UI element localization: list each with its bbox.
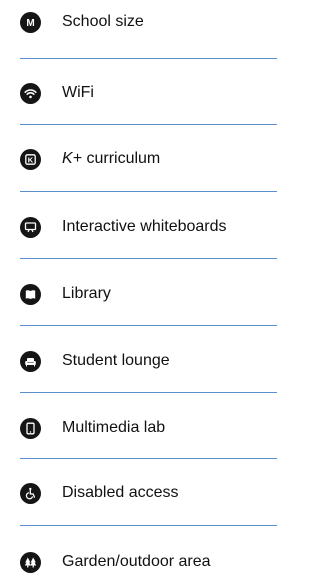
feature-label: K+ curriculum xyxy=(62,149,160,169)
feature-wifi: WiFi xyxy=(20,81,277,105)
garden-tree-icon xyxy=(20,551,41,573)
k-curriculum-icon: K xyxy=(20,148,41,170)
feature-label: Multimedia lab xyxy=(62,419,166,436)
feature-label-italic-prefix: K+ xyxy=(62,150,83,167)
divider xyxy=(20,124,277,125)
feature-disabled-access: Disabled access xyxy=(20,481,277,505)
divider xyxy=(20,325,277,326)
divider xyxy=(20,525,277,526)
feature-label: Student lounge xyxy=(62,352,170,369)
divider xyxy=(20,392,277,393)
wifi-icon xyxy=(20,82,41,104)
feature-label: WiFi xyxy=(62,84,94,101)
feature-interactive-whiteboards: Interactive whiteboards xyxy=(20,215,277,239)
divider xyxy=(20,58,277,59)
disabled-access-icon xyxy=(20,482,41,504)
divider xyxy=(20,458,277,459)
school-size-m-icon: M xyxy=(20,11,41,33)
feature-label: Disabled access xyxy=(62,484,179,501)
divider xyxy=(20,191,277,192)
feature-label-suffix: curriculum xyxy=(82,150,161,167)
svg-text:M: M xyxy=(26,18,34,29)
svg-text:K: K xyxy=(28,155,34,164)
feature-garden-outdoor: Garden/outdoor area xyxy=(20,550,277,574)
feature-label: School size xyxy=(62,13,144,30)
multimedia-tablet-icon xyxy=(20,417,41,439)
student-lounge-sofa-icon xyxy=(20,350,41,372)
feature-student-lounge: Student lounge xyxy=(20,349,277,373)
library-book-icon xyxy=(20,283,41,305)
interactive-whiteboard-icon xyxy=(20,216,41,238)
divider xyxy=(20,258,277,259)
school-features-list: M School size WiFi K K+ curriculum Inter… xyxy=(0,0,277,582)
feature-multimedia-lab: Multimedia lab xyxy=(20,416,277,440)
feature-label: Interactive whiteboards xyxy=(62,218,227,235)
feature-label: Garden/outdoor area xyxy=(62,553,211,570)
feature-label: Library xyxy=(62,285,111,302)
feature-k-curriculum: K K+ curriculum xyxy=(20,147,277,171)
feature-library: Library xyxy=(20,282,277,306)
feature-school-size: M School size xyxy=(20,10,277,34)
